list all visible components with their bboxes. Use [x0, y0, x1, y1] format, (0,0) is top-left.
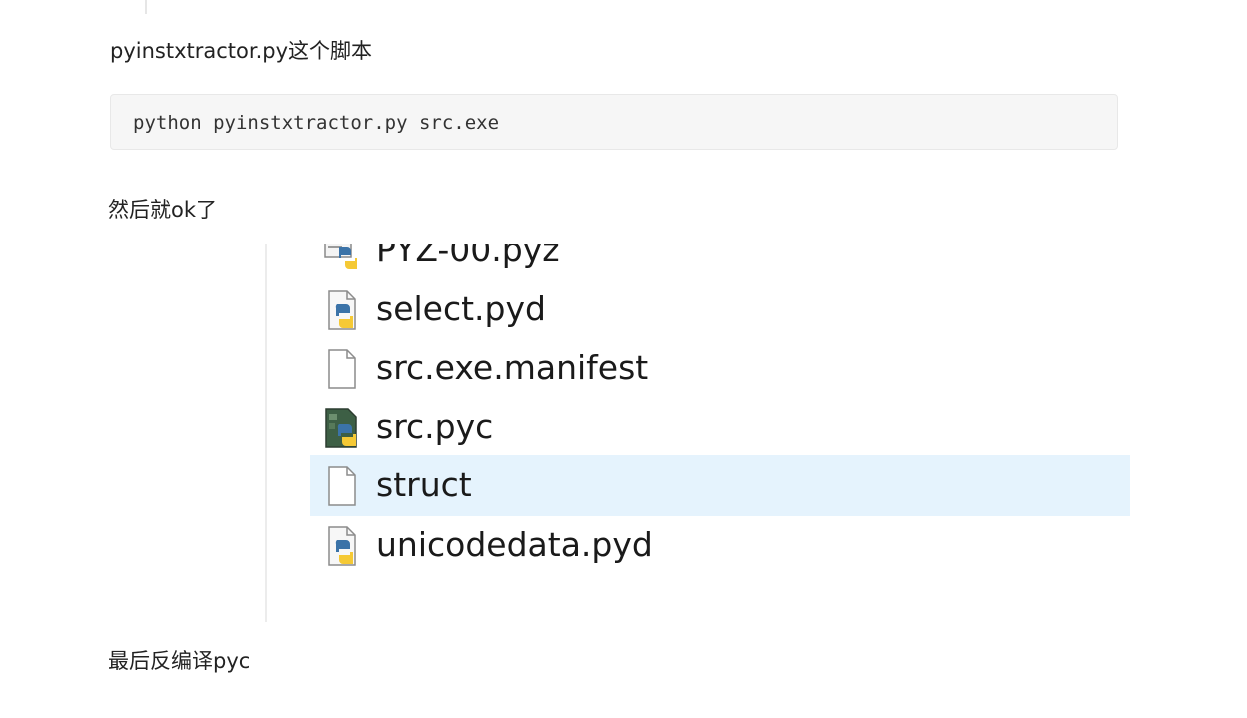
pyz-file-icon [324, 244, 357, 269]
code-block: python pyinstxtractor.py src.exe [110, 94, 1118, 150]
file-row-struct[interactable]: struct [310, 455, 1130, 516]
file-name: PYZ-00.pyz [376, 244, 560, 269]
file-name: src.pyc [376, 407, 494, 446]
paragraph-then-ok: 然后就ok了 [108, 198, 218, 222]
file-row-src-pyc[interactable]: src.pyc [310, 397, 1130, 456]
python-file-icon [328, 526, 356, 566]
file-name: unicodedata.pyd [376, 525, 653, 564]
file-row-select-pyd[interactable]: select.pyd [310, 279, 1130, 338]
file-row-unicodedata-pyd[interactable]: unicodedata.pyd [310, 515, 1130, 574]
blank-file-icon [328, 466, 356, 506]
file-name: struct [376, 465, 472, 504]
paragraph-script-note: pyinstxtractor.py这个脚本 [110, 39, 373, 63]
screenshot-left-rule [265, 244, 267, 622]
blank-file-icon [328, 349, 356, 389]
code-command: python pyinstxtractor.py src.exe [133, 112, 500, 134]
file-name: src.exe.manifest [376, 348, 649, 387]
blockquote-rule [145, 0, 147, 14]
file-row-src-exe-manifest[interactable]: src.exe.manifest [310, 338, 1130, 397]
compiled-python-file-icon [325, 408, 357, 448]
file-row-pyz[interactable]: PYZ-00.pyz [310, 244, 1130, 279]
explorer-screenshot: PYZ-00.pyz select.pyd src.exe.manifest s… [265, 244, 1130, 622]
python-file-icon [328, 290, 356, 330]
file-name: select.pyd [376, 289, 546, 328]
paragraph-decompile: 最后反编译pyc [108, 649, 251, 673]
